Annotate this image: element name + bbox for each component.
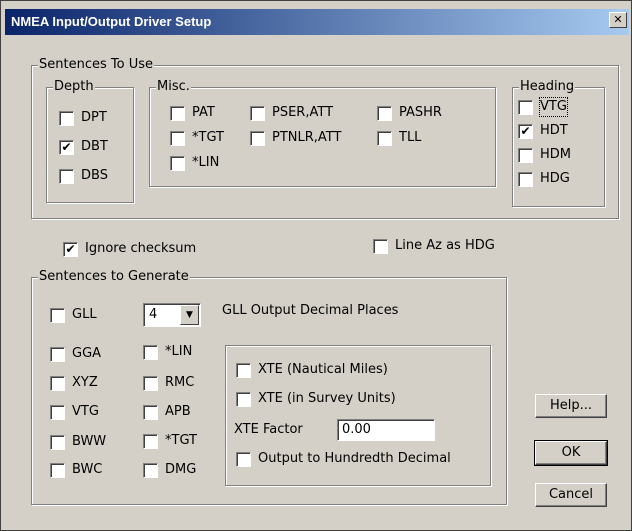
checkbox-box[interactable] xyxy=(50,435,65,450)
ok-button[interactable]: OK xyxy=(534,440,608,466)
xte-factor-label: XTE Factor xyxy=(234,422,303,437)
checkbox-box[interactable] xyxy=(236,363,251,378)
checkbox-box[interactable] xyxy=(59,111,74,126)
heading-legend: Heading xyxy=(519,79,576,95)
misc-group: Misc. PAT PSER,ATT PASHR *TGT PTNLR,ATT … xyxy=(149,79,496,187)
checkbox-label: HDT xyxy=(540,123,568,138)
checkbox-box[interactable] xyxy=(50,308,65,323)
checkbox-label: HDM xyxy=(540,147,572,162)
checkbox-label: TLL xyxy=(399,130,422,145)
checkbox-box[interactable] xyxy=(50,463,65,478)
checkbox-label: PASHR xyxy=(399,105,442,120)
checkbox-label: BWW xyxy=(72,434,107,449)
checkbox-box[interactable] xyxy=(170,106,185,121)
checkbox-box[interactable]: ✔ xyxy=(59,140,74,155)
xte-group: XTE (Nautical Miles) XTE (in Survey Unit… xyxy=(225,345,491,486)
checkbox-box[interactable] xyxy=(170,131,185,146)
checkbox-label: APB xyxy=(165,404,191,419)
checkbox-label: PSER,ATT xyxy=(272,105,334,120)
help-button[interactable]: Help... xyxy=(535,394,607,418)
chevron-down-icon[interactable]: ▼ xyxy=(180,305,199,325)
decimal-places-dropdown[interactable]: 4 ▼ xyxy=(143,303,201,327)
xte-factor-value: 0.00 xyxy=(342,422,371,437)
checkbox-box[interactable]: ✔ xyxy=(518,124,533,139)
xte-factor-input[interactable]: 0.00 xyxy=(337,419,435,441)
depth-legend: Depth xyxy=(53,79,95,95)
checkbox-label: Line Az as HDG xyxy=(395,238,495,253)
checkbox-box[interactable] xyxy=(143,463,158,478)
checkbox-box[interactable] xyxy=(50,347,65,362)
checkbox-label: *LIN xyxy=(192,155,220,170)
nmea-driver-dialog: NMEA Input/Output Driver Setup ✕ Sentenc… xyxy=(0,0,632,531)
checkbox-label: PAT xyxy=(192,105,215,120)
checkbox-box[interactable] xyxy=(143,345,158,360)
checkbox-label: XYZ xyxy=(72,375,98,390)
heading-group: Heading VTG ✔ HDT HDM HDG xyxy=(512,79,605,207)
checkbox-label: GLL xyxy=(72,307,97,322)
checkbox-box[interactable] xyxy=(50,405,65,420)
checkbox-box[interactable] xyxy=(518,172,533,187)
checkbox-label: DPT xyxy=(81,110,107,125)
sentences-to-use-group: Sentences To Use Depth DPT ✔ DBT DBS Misc… xyxy=(31,57,619,219)
checkbox-label: HDG xyxy=(540,171,570,186)
checkbox-label: *TGT xyxy=(165,433,197,448)
checkbox-box[interactable] xyxy=(143,405,158,420)
checkbox-box[interactable] xyxy=(250,131,265,146)
decimal-places-label: GLL Output Decimal Places xyxy=(222,303,399,318)
checkbox-box[interactable] xyxy=(518,100,533,115)
cancel-button[interactable]: Cancel xyxy=(535,483,607,507)
sentences-to-generate-legend: Sentences to Generate xyxy=(38,269,190,285)
checkbox-box[interactable] xyxy=(50,376,65,391)
misc-legend: Misc. xyxy=(156,79,191,95)
checkbox-label: Output to Hundredth Decimal xyxy=(258,451,451,466)
checkbox-label: RMC xyxy=(165,375,195,390)
checkbox-label: DBS xyxy=(81,168,108,183)
checkbox-box[interactable]: ✔ xyxy=(63,242,78,257)
checkbox-label: VTG xyxy=(539,97,568,117)
checkbox-label: XTE (Nautical Miles) xyxy=(258,362,388,377)
checkbox-label: BWC xyxy=(72,462,103,477)
decimal-places-value: 4 xyxy=(149,307,158,322)
checkbox-label: PTNLR,ATT xyxy=(272,130,342,145)
checkbox-label: DBT xyxy=(81,139,108,154)
sentences-to-generate-group: Sentences to Generate GLL 4 ▼ GLL Output… xyxy=(31,269,507,505)
checkbox-box[interactable] xyxy=(143,434,158,449)
checkbox-box[interactable] xyxy=(250,106,265,121)
checkbox-label: GGA xyxy=(72,346,102,361)
checkbox-label: *TGT xyxy=(192,130,224,145)
checkbox-box[interactable] xyxy=(377,131,392,146)
checkbox-label: Ignore checksum xyxy=(85,241,197,256)
close-button[interactable]: ✕ xyxy=(609,12,627,28)
depth-group: Depth DPT ✔ DBT DBS xyxy=(46,79,134,203)
checkbox-box[interactable] xyxy=(518,148,533,163)
dialog-title: NMEA Input/Output Driver Setup xyxy=(11,14,212,29)
checkbox-label: DMG xyxy=(165,462,197,477)
checkbox-box[interactable] xyxy=(377,106,392,121)
checkbox-box[interactable] xyxy=(236,392,251,407)
checkbox-box[interactable] xyxy=(143,376,158,391)
checkbox-box[interactable] xyxy=(236,452,251,467)
title-bar[interactable]: NMEA Input/Output Driver Setup ✕ xyxy=(5,9,629,35)
sentences-to-use-legend: Sentences To Use xyxy=(38,57,154,73)
checkbox-box[interactable] xyxy=(373,239,388,254)
checkbox-box[interactable] xyxy=(59,169,74,184)
checkbox-label: XTE (in Survey Units) xyxy=(258,391,396,406)
checkbox-label: VTG xyxy=(72,404,99,419)
checkbox-box[interactable] xyxy=(170,156,185,171)
checkbox-label: *LIN xyxy=(165,344,193,359)
